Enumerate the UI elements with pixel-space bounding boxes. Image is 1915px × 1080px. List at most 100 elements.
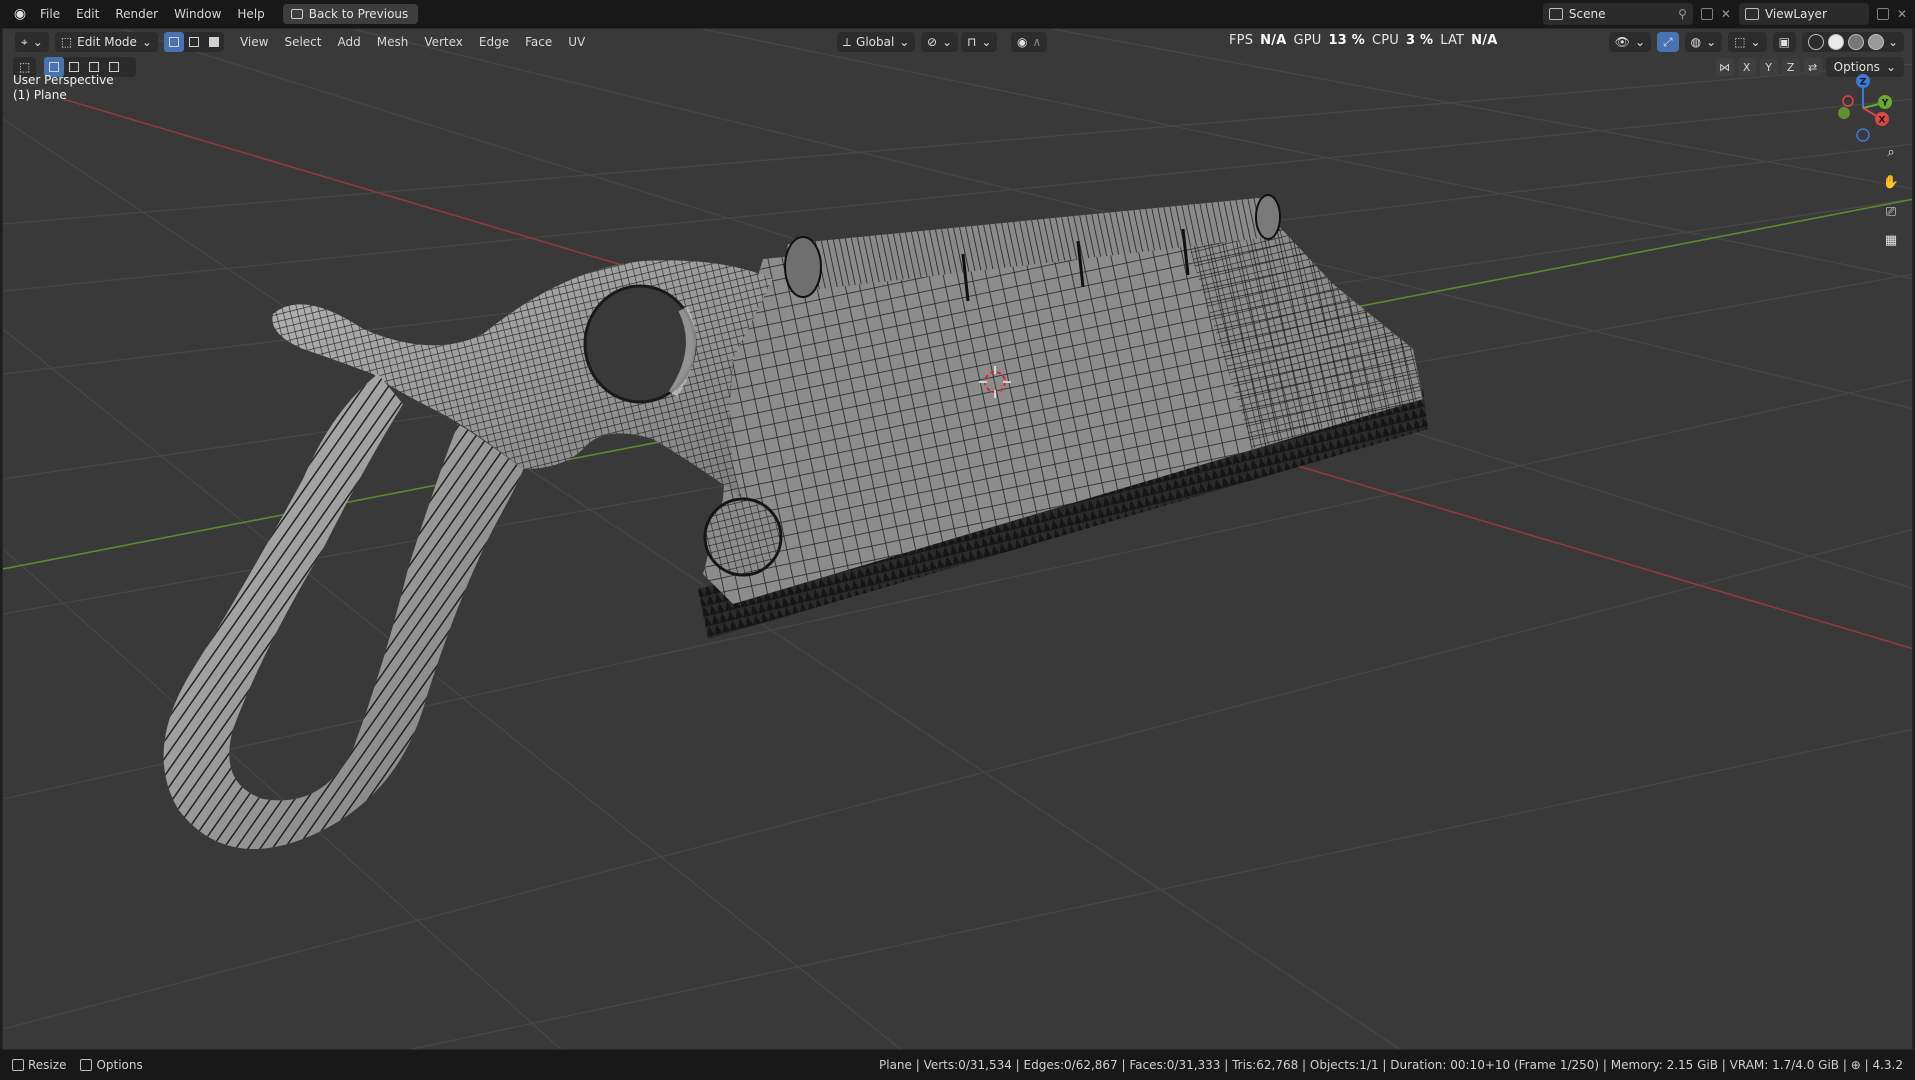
blender-logo-icon[interactable]: ◉ (8, 4, 32, 24)
scene-selector[interactable]: Scene ⚲ (1542, 3, 1693, 25)
chevron-down-icon: ⌄ (1634, 35, 1646, 49)
view-info-overlay: User Perspective (1) Plane (13, 73, 114, 103)
topology-mirror-icon[interactable]: ⇄ (1803, 58, 1822, 76)
mirror-z-toggle[interactable]: Z (1781, 58, 1800, 76)
menu-help[interactable]: Help (229, 3, 272, 25)
menu-window[interactable]: Window (166, 3, 229, 25)
view-name: User Perspective (13, 73, 114, 87)
options-label: Options (1833, 60, 1880, 74)
edge-select-icon[interactable] (184, 32, 204, 52)
vertex-select-icon[interactable] (163, 32, 184, 52)
active-object-name: (1) Plane (13, 88, 67, 102)
proportional-icon: ◉ (1017, 35, 1028, 49)
menu-add[interactable]: Add (330, 35, 369, 49)
gpu-label: GPU (1293, 32, 1322, 48)
menu-edge[interactable]: Edge (471, 35, 517, 49)
view-layer-selector[interactable]: ViewLayer (1738, 3, 1869, 25)
menu-face[interactable]: Face (517, 35, 560, 49)
delete-scene-icon[interactable]: ✕ (1721, 7, 1731, 21)
gizmo-neg-y[interactable] (1838, 107, 1850, 119)
chevron-down-icon: ⌄ (1750, 35, 1761, 49)
pivot-icon: ⊘ (927, 35, 938, 49)
rendered-shading-icon[interactable] (1867, 34, 1884, 50)
xray-toggle[interactable]: ▣ (1772, 32, 1796, 52)
resize-label: Resize (28, 1058, 67, 1072)
status-bar: Resize Options Plane | Verts:0/31,534 | … (0, 1050, 1915, 1080)
chevron-down-icon: ⌄ (981, 35, 992, 49)
mirror-y-toggle[interactable]: Y (1759, 58, 1778, 76)
eye-icon: 👁 (1614, 35, 1630, 49)
new-view-layer-icon[interactable] (1876, 8, 1889, 20)
mesh-overlay-icon: ⬚ (1734, 35, 1746, 49)
menu-render[interactable]: Render (107, 3, 166, 25)
pivot-point-button[interactable]: ⊘ ⌄ (921, 32, 959, 52)
3d-viewport[interactable]: ⌖ ⌄ ⬚ Edit Mode ⌄ View Select Add Mesh Ve… (2, 28, 1913, 1050)
wireframe-shading-icon[interactable] (1807, 34, 1824, 50)
mesh-overlay-button[interactable]: ⬚ ⌄ (1728, 32, 1767, 52)
menu-select[interactable]: Select (276, 35, 329, 49)
blender-version: 4.3.2 (1872, 1058, 1903, 1072)
menu-mesh[interactable]: Mesh (369, 35, 417, 49)
falloff-icon: ∧ (1032, 35, 1042, 49)
proportional-editing-button[interactable]: ◉ ∧ (1011, 32, 1048, 52)
menu-edit[interactable]: Edit (68, 3, 107, 25)
mode-selector[interactable]: ⬚ Edit Mode ⌄ (54, 32, 158, 52)
new-scene-icon[interactable] (1700, 8, 1713, 20)
visibility-button[interactable]: 👁 ⌄ (1608, 32, 1652, 52)
orientation-label: Global (856, 35, 895, 49)
transform-orientation-selector[interactable]: ⟂ Global ⌄ (837, 32, 916, 52)
menu-file[interactable]: File (32, 3, 68, 25)
gizmo-neg-x[interactable] (1842, 95, 1854, 107)
viewport-header-right: 👁 ⌄ ⤢ ◍ ⌄ ⬚ ⌄ ▣ ⌄ (1608, 32, 1904, 52)
delete-view-layer-icon[interactable]: ✕ (1897, 7, 1907, 21)
menu-uv[interactable]: UV (560, 35, 593, 49)
chevron-down-icon: ⌄ (32, 35, 43, 49)
chevron-down-icon: ⌄ (1885, 60, 1896, 74)
window-icon (290, 9, 303, 19)
chevron-down-icon[interactable]: ⌄ (1888, 35, 1898, 49)
editor-type-icon: ⌖ (21, 34, 28, 49)
orientation-icon: ⟂ (843, 34, 852, 49)
material-shading-icon[interactable] (1847, 34, 1864, 50)
snap-button[interactable]: ⊓ ⌄ (961, 32, 998, 52)
scene-icon (1548, 8, 1563, 20)
mirror-icon[interactable]: ⋈ (1715, 58, 1734, 76)
status-resize-hint: Resize (12, 1058, 66, 1072)
scene-name: Scene (1568, 7, 1606, 21)
xray-icon: ▣ (1778, 35, 1790, 49)
pin-icon[interactable]: ⚲ (1678, 7, 1687, 21)
top-bar: ◉ File Edit Render Window Help Back to P… (0, 0, 1915, 28)
face-select-icon[interactable] (204, 32, 224, 52)
fps-value: N/A (1260, 32, 1287, 48)
camera-view-icon[interactable]: ⎚ (1880, 201, 1902, 223)
gizmo-toggle[interactable]: ⤢ (1657, 32, 1679, 52)
cpu-label: CPU (1371, 32, 1399, 48)
zoom-icon[interactable]: ⌕ (1880, 141, 1902, 163)
mouse-right-icon (80, 1059, 93, 1071)
back-to-previous-label: Back to Previous (308, 7, 409, 21)
gizmo-neg-z[interactable] (1856, 128, 1870, 142)
scene-statistics: Plane | Verts:0/31,534 | Edges:0/62,867 … (879, 1058, 1903, 1072)
chevron-down-icon: ⌄ (942, 35, 953, 49)
mode-label: Edit Mode (77, 35, 137, 49)
back-to-previous-button[interactable]: Back to Previous (282, 4, 419, 24)
viewport-header: ⌖ ⌄ ⬚ Edit Mode ⌄ View Select Add Mesh Ve… (3, 29, 1912, 55)
fps-label: FPS (1229, 32, 1254, 48)
overlay-toggle[interactable]: ◍ ⌄ (1684, 32, 1723, 52)
saw-mesh (163, 194, 1428, 849)
menu-vertex[interactable]: Vertex (416, 35, 471, 49)
performance-stats: FPS N/A GPU 13 % CPU 3 % LAT N/A (1229, 29, 1497, 51)
mirror-x-toggle[interactable]: X (1737, 58, 1756, 76)
chevron-down-icon: ⌄ (1706, 35, 1717, 49)
perspective-grid-icon[interactable]: ▦ (1880, 229, 1902, 251)
options-hint-label: Options (96, 1058, 143, 1072)
pan-hand-icon[interactable]: ✋ (1880, 171, 1902, 193)
menu-view[interactable]: View (232, 35, 276, 49)
solid-shading-icon[interactable] (1827, 34, 1844, 50)
version-separator: | (1864, 1058, 1869, 1072)
chevron-down-icon: ⌄ (899, 35, 910, 49)
editor-type-button[interactable]: ⌖ ⌄ (15, 32, 49, 52)
cursor-select-icon: ⬚ (19, 60, 31, 74)
navigation-gizmo[interactable]: Z Y X (1828, 73, 1898, 143)
scene-stats-text: Plane | Verts:0/31,534 | Edges:0/62,867 … (879, 1058, 1851, 1072)
